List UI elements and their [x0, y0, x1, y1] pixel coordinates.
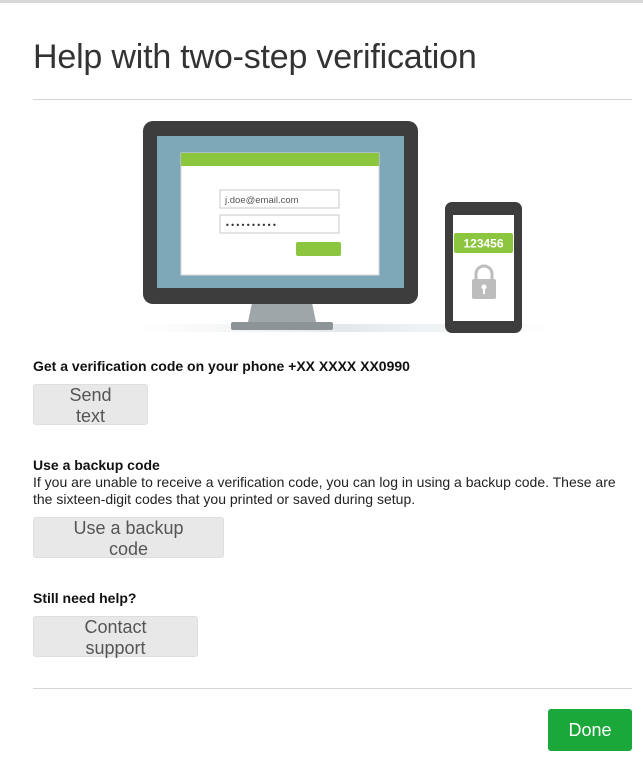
monitor-base	[231, 322, 333, 330]
verification-heading: Get a verification code on your phone +X…	[33, 358, 410, 374]
support-heading: Still need help?	[33, 590, 137, 606]
send-text-button[interactable]: Send text	[33, 384, 148, 426]
two-step-illustration: j.doe@email.com •••••••••• 123456	[135, 121, 555, 333]
illus-login-button	[296, 242, 341, 256]
monitor-icon: j.doe@email.com ••••••••••	[143, 121, 418, 330]
phone-code: 123456	[463, 237, 503, 251]
backup-heading: Use a backup code	[33, 457, 160, 473]
done-button[interactable]: Done	[548, 709, 632, 751]
illus-password-mask: ••••••••••	[225, 221, 277, 230]
login-window-titlebar	[181, 153, 379, 166]
title-divider	[33, 99, 632, 100]
top-border	[0, 0, 643, 3]
login-window	[180, 152, 380, 276]
illus-email-text: j.doe@email.com	[224, 195, 299, 206]
contact-support-button[interactable]: Contact support	[33, 616, 198, 658]
use-backup-code-button[interactable]: Use a backup code	[33, 517, 224, 559]
backup-description: If you are unable to receive a verificat…	[33, 474, 616, 507]
footer-divider	[33, 688, 632, 689]
phone-screen	[453, 215, 514, 321]
phone-icon: 123456	[445, 202, 522, 333]
dialog-title: Help with two-step verification	[33, 38, 477, 76]
